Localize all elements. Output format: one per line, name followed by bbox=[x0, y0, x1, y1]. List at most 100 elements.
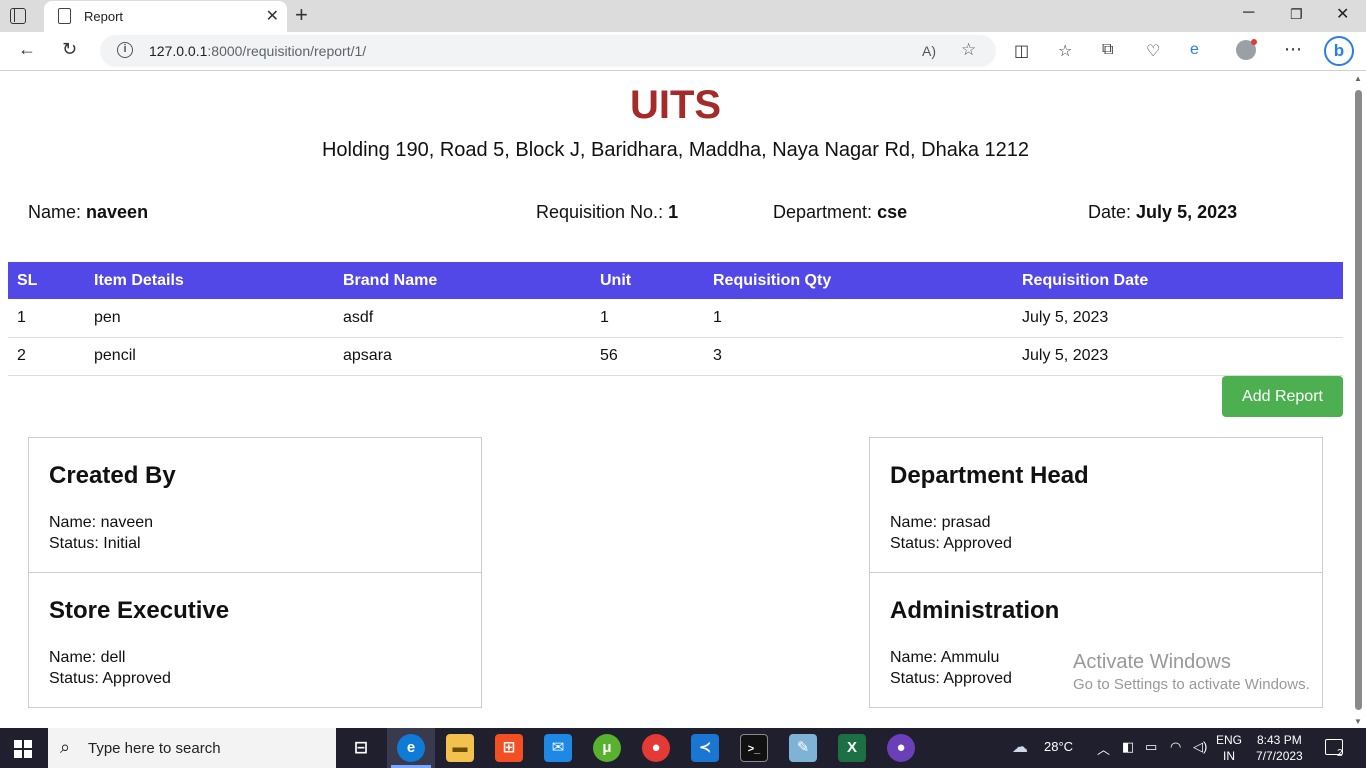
card-name: Name: naveen bbox=[49, 514, 154, 531]
windows-taskbar: ⌕ Type here to search ⊟ e ▬ ⊞ ✉ μ ● ≺ >_… bbox=[0, 728, 1366, 768]
github-app-icon[interactable]: ● bbox=[887, 734, 915, 762]
collections-icon[interactable]: ⧉ bbox=[1102, 41, 1113, 59]
scroll-thumb[interactable] bbox=[1355, 90, 1362, 710]
card-status: Status: Approved bbox=[890, 535, 1012, 552]
clock-date: 7/7/2023 bbox=[1256, 749, 1303, 763]
clock-time: 8:43 PM bbox=[1257, 733, 1302, 747]
split-screen-icon[interactable]: ◫ bbox=[1014, 41, 1029, 61]
req-no-value: 1 bbox=[668, 202, 679, 222]
col-requisition-date: Requisition Date bbox=[1013, 262, 1343, 299]
task-view-icon[interactable]: ⊟ bbox=[347, 734, 375, 762]
date-label: Date: bbox=[1088, 202, 1132, 222]
card-title: Department Head bbox=[890, 462, 1089, 489]
terminal-app-icon[interactable]: >_ bbox=[740, 734, 768, 762]
url-host: 127.0.0.1 bbox=[149, 43, 208, 59]
search-placeholder: Type here to search bbox=[88, 740, 221, 757]
new-tab-icon[interactable]: + bbox=[295, 2, 308, 28]
meet-now-icon[interactable]: ◧ bbox=[1122, 739, 1134, 755]
col-item-details: Item Details bbox=[85, 262, 334, 299]
activate-windows-watermark: Activate Windows Go to Settings to activ… bbox=[1073, 651, 1310, 693]
cell-qty: 3 bbox=[704, 337, 1013, 376]
table-header-row: SL Item Details Brand Name Unit Requisit… bbox=[8, 262, 1343, 299]
url-text[interactable]: 127.0.0.1:8000/requisition/report/1/ bbox=[149, 43, 366, 59]
taskbar-search-box[interactable]: ⌕ Type here to search bbox=[48, 728, 336, 768]
created-by-card: Created By Name: naveen Status: Initial bbox=[28, 437, 482, 573]
wifi-icon[interactable]: ◠ bbox=[1170, 739, 1181, 755]
favorites-icon[interactable]: ☆ bbox=[1058, 41, 1072, 61]
scroll-up-icon[interactable]: ▲ bbox=[1354, 74, 1362, 83]
weather-cloud-icon[interactable]: ☁ bbox=[1012, 737, 1028, 757]
vscode-app-icon[interactable]: ≺ bbox=[691, 734, 719, 762]
url-path: :8000/requisition/report/1/ bbox=[207, 43, 367, 59]
file-explorer-icon[interactable]: ▬ bbox=[446, 734, 474, 762]
favorite-star-icon[interactable]: ☆ bbox=[961, 40, 976, 60]
scroll-down-icon[interactable]: ▼ bbox=[1354, 717, 1362, 726]
refresh-icon[interactable]: ↻ bbox=[62, 39, 77, 60]
name-value: naveen bbox=[86, 202, 149, 222]
minimize-icon[interactable]: ─ bbox=[1243, 4, 1254, 22]
department: Department: cse bbox=[773, 202, 907, 223]
card-title: Created By bbox=[49, 462, 176, 489]
profile-alert-icon bbox=[1251, 39, 1257, 45]
add-report-button[interactable]: Add Report bbox=[1222, 376, 1343, 417]
page-content: UITS Holding 190, Road 5, Block J, Barid… bbox=[0, 71, 1351, 728]
date-value: July 5, 2023 bbox=[1136, 202, 1238, 222]
volume-icon[interactable]: ◁) bbox=[1193, 739, 1207, 755]
read-aloud-icon[interactable]: A) bbox=[922, 43, 936, 59]
site-info-icon[interactable]: i bbox=[117, 42, 133, 58]
address-bar[interactable]: i 127.0.0.1:8000/requisition/report/1/ A… bbox=[100, 35, 996, 67]
edge-bar-icon[interactable]: e bbox=[1190, 41, 1199, 59]
card-status: Status: Approved bbox=[890, 670, 1012, 687]
store-executive-card: Store Executive Name: dell Status: Appro… bbox=[28, 572, 482, 708]
card-status: Status: Approved bbox=[49, 670, 171, 687]
battery-icon[interactable]: ▭ bbox=[1145, 739, 1157, 755]
cell-brand: apsara bbox=[334, 337, 591, 376]
browser-essentials-icon[interactable]: ♡ bbox=[1146, 41, 1160, 61]
store-app-icon[interactable]: ⊞ bbox=[495, 734, 523, 762]
department-head-card: Department Head Name: prasad Status: App… bbox=[869, 437, 1323, 573]
lang-line1: ENG bbox=[1216, 733, 1243, 747]
weather-temp[interactable]: 28°C bbox=[1044, 739, 1073, 754]
utorrent-app-icon[interactable]: μ bbox=[593, 734, 621, 762]
close-tab-icon[interactable]: ✕ bbox=[266, 6, 279, 26]
card-title: Store Executive bbox=[49, 597, 230, 624]
cell-unit: 56 bbox=[591, 337, 704, 376]
notepad-app-icon[interactable]: ✎ bbox=[789, 734, 817, 762]
excel-app-icon[interactable]: X bbox=[838, 734, 866, 762]
back-icon[interactable]: ← bbox=[18, 39, 36, 60]
report-date: Date: July 5, 2023 bbox=[1088, 202, 1237, 223]
page-scrollbar[interactable]: ▲ ▼ bbox=[1351, 71, 1366, 728]
windows-start-icon[interactable] bbox=[14, 740, 32, 758]
cell-date: July 5, 2023 bbox=[1013, 299, 1343, 338]
cell-sl: 1 bbox=[8, 299, 85, 338]
close-window-icon[interactable]: ✕ bbox=[1336, 4, 1349, 24]
col-sl: SL bbox=[8, 262, 85, 299]
watermark-title: Activate Windows bbox=[1073, 651, 1231, 673]
system-clock[interactable]: 8:43 PM 7/7/2023 bbox=[1256, 732, 1303, 764]
more-menu-icon[interactable]: ⋯ bbox=[1284, 39, 1302, 60]
tab-actions-icon[interactable] bbox=[10, 8, 26, 24]
dept-value: cse bbox=[877, 202, 908, 222]
name-label: Name: bbox=[28, 202, 82, 222]
chrome-app-icon[interactable]: ● bbox=[642, 734, 670, 762]
cell-item: pencil bbox=[85, 337, 334, 376]
mail-app-icon[interactable]: ✉ bbox=[544, 734, 572, 762]
cell-qty: 1 bbox=[704, 299, 1013, 338]
cell-sl: 2 bbox=[8, 337, 85, 376]
card-title: Administration bbox=[890, 597, 1060, 624]
search-icon: ⌕ bbox=[60, 737, 71, 757]
language-indicator[interactable]: ENG IN bbox=[1216, 732, 1242, 764]
col-unit: Unit bbox=[591, 262, 704, 299]
requisition-table: SL Item Details Brand Name Unit Requisit… bbox=[8, 262, 1343, 376]
req-no-label: Requisition No.: bbox=[536, 202, 664, 222]
browser-toolbar: ← ↻ i 127.0.0.1:8000/requisition/report/… bbox=[0, 32, 1366, 71]
show-hidden-icons-icon[interactable]: ︿ bbox=[1097, 739, 1110, 758]
edge-app-icon[interactable]: e bbox=[397, 734, 425, 762]
browser-tab[interactable]: Report ✕ bbox=[44, 1, 287, 32]
restore-icon[interactable]: ❐ bbox=[1290, 6, 1303, 23]
bing-copilot-icon[interactable]: b bbox=[1324, 36, 1354, 66]
dept-label: Department: bbox=[773, 202, 873, 222]
cell-item: pen bbox=[85, 299, 334, 338]
cell-brand: asdf bbox=[334, 299, 591, 338]
table-row: 1 pen asdf 1 1 July 5, 2023 bbox=[8, 299, 1343, 338]
